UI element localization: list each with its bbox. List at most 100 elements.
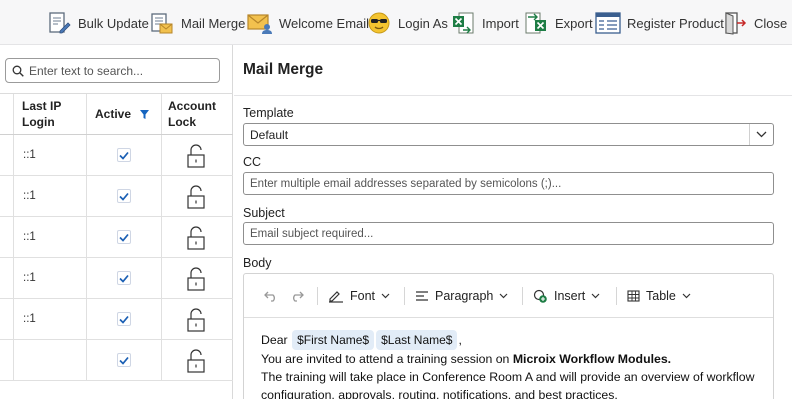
redo-icon (293, 291, 304, 302)
col-active-label: Active (95, 107, 132, 121)
font-menu-button[interactable]: Font (328, 286, 390, 306)
chevron-down-icon (591, 293, 600, 299)
col-last-ip-line1: Last IP (22, 99, 62, 113)
table-row[interactable]: ::1 (0, 258, 233, 299)
col-last-ip-line2: Login (22, 115, 55, 129)
search-icon (12, 65, 24, 77)
table-menu-button[interactable]: Table (627, 286, 691, 306)
mail-merge-label: Mail Merge (181, 15, 246, 31)
bulk-update-label: Bulk Update (78, 15, 149, 31)
toolbar-separator (522, 287, 523, 305)
active-checkbox[interactable] (117, 271, 131, 285)
undo-button[interactable] (264, 286, 278, 306)
active-checkbox[interactable] (117, 148, 131, 162)
checkmark-icon (119, 274, 129, 283)
undo-icon (264, 291, 275, 302)
paragraph-icon (416, 291, 428, 301)
import-excel-icon (450, 10, 476, 36)
toolbar-separator (616, 287, 617, 305)
editor-toolbar: Font Paragraph Insert Table (244, 274, 773, 318)
insert-menu-button[interactable]: Insert (533, 286, 600, 306)
unlock-icon[interactable] (185, 308, 207, 335)
panel-title: Mail Merge (243, 61, 324, 78)
bulk-update-button[interactable]: Bulk Update (46, 9, 149, 37)
checkmark-icon (119, 315, 129, 324)
active-checkbox[interactable] (117, 230, 131, 244)
checkmark-icon (119, 356, 129, 365)
active-checkbox[interactable] (117, 189, 131, 203)
register-product-button[interactable]: Register Product (595, 9, 724, 37)
editor-content[interactable]: Dear $First Name$ $Last Name$, You are in… (261, 330, 761, 399)
col-active[interactable]: Active (95, 106, 150, 122)
close-label: Close (754, 15, 788, 31)
greeting-line: Dear $First Name$ $Last Name$, (261, 330, 761, 350)
cell-last-ip: ::1 (23, 190, 36, 202)
body-line-2-text: You are invited to attend a training ses… (261, 352, 513, 366)
mail-merge-panel: Mail Merge Template Default CC Subject B… (234, 45, 792, 399)
chevron-down-icon (756, 131, 767, 138)
cell-last-ip: ::1 (23, 313, 36, 325)
register-product-icon (595, 10, 621, 36)
redo-button[interactable] (290, 286, 304, 306)
users-grid: Last IP Login Active Account Lock ::1::1… (0, 93, 233, 381)
table-menu-label: Table (646, 289, 676, 303)
greeting-text: Dear (261, 333, 288, 347)
table-row[interactable]: ::1 (0, 135, 233, 176)
grid-body: ::1::1::1::1::1 (0, 135, 233, 381)
export-button[interactable]: Export (523, 9, 593, 37)
unlock-icon[interactable] (185, 144, 207, 171)
body-label: Body (243, 256, 272, 270)
import-button[interactable]: Import (450, 9, 519, 37)
table-row[interactable]: ::1 (0, 176, 233, 217)
toolbar-separator (404, 287, 405, 305)
subject-input[interactable] (243, 222, 774, 245)
login-as-label: Login As (398, 15, 448, 31)
body-line-4: configuration, approvals, routing, notif… (261, 388, 618, 399)
col-account-lock[interactable]: Account Lock (168, 98, 216, 130)
active-checkbox[interactable] (117, 312, 131, 326)
grid-search-box[interactable] (5, 58, 220, 83)
merge-field-last-name[interactable]: $Last Name$ (376, 330, 458, 350)
unlock-icon[interactable] (185, 185, 207, 212)
grid-search-input[interactable] (29, 63, 214, 78)
mail-merge-button[interactable]: Mail Merge (149, 9, 245, 37)
grid-header-row: Last IP Login Active Account Lock (0, 94, 233, 135)
col-account-lock-line2: Lock (168, 115, 197, 129)
welcome-email-label: Welcome Email (279, 15, 370, 31)
table-row[interactable]: ::1 (0, 217, 233, 258)
paragraph-menu-button[interactable]: Paragraph (415, 286, 508, 306)
filter-icon[interactable] (140, 109, 150, 119)
welcome-email-button[interactable]: Welcome Email (247, 9, 369, 37)
table-row[interactable] (0, 340, 233, 381)
template-dropdown[interactable]: Default (243, 123, 774, 146)
close-button[interactable]: Close (722, 9, 787, 37)
checkmark-icon (119, 233, 129, 242)
bulk-update-icon (46, 10, 72, 36)
login-as-button[interactable]: Login As (366, 9, 448, 37)
body-line-2: You are invited to attend a training ses… (261, 350, 761, 368)
import-label: Import (482, 15, 519, 31)
col-last-ip-login[interactable]: Last IP Login (22, 98, 61, 130)
toolbar-separator (317, 287, 318, 305)
merge-field-first-name[interactable]: $First Name$ (292, 330, 375, 350)
body-editor[interactable]: Font Paragraph Insert Table Dear $First … (243, 273, 774, 399)
unlock-icon[interactable] (185, 226, 207, 253)
body-line-2-bold: Microix Workflow Modules. (512, 352, 672, 366)
top-toolbar: Bulk Update Mail Merge Welcome Email Log… (0, 0, 792, 45)
table-row[interactable]: ::1 (0, 299, 233, 340)
greeting-comma: , (458, 333, 462, 347)
font-menu-label: Font (350, 289, 376, 303)
mail-merge-icon (149, 10, 175, 36)
font-pen-icon (329, 291, 343, 303)
active-checkbox[interactable] (117, 353, 131, 367)
template-dropdown-button[interactable] (749, 124, 773, 145)
welcome-email-icon (247, 10, 273, 36)
insert-icon (533, 289, 547, 303)
cell-last-ip: ::1 (23, 231, 36, 243)
chevron-down-icon (682, 293, 691, 299)
cell-last-ip: ::1 (23, 149, 36, 161)
unlock-icon[interactable] (185, 349, 207, 376)
cc-input[interactable] (243, 172, 774, 195)
body-line-3: The training will take place in Conferen… (261, 370, 755, 384)
unlock-icon[interactable] (185, 267, 207, 294)
